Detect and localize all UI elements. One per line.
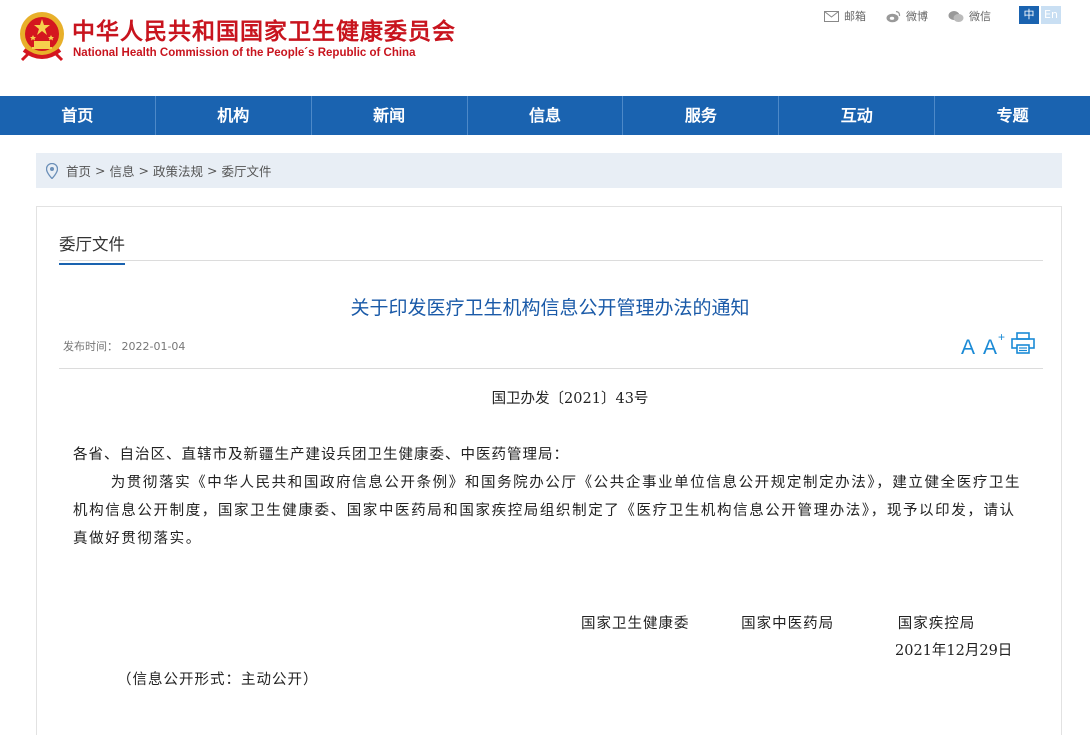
nav-item-services[interactable]: 服务 [622, 96, 778, 135]
article-tools: A A + [961, 331, 1035, 359]
mail-link-label: 邮箱 [844, 10, 866, 23]
weibo-link-label: 微博 [906, 10, 928, 23]
section-divider [59, 260, 1043, 261]
national-emblem-icon[interactable] [18, 10, 66, 62]
body-paragraph: 为贯彻落实《中华人民共和国政府信息公开条例》和国务院办公厅《公共企事业单位信息公… [73, 475, 1022, 547]
lang-cn-button[interactable]: 中 [1019, 6, 1039, 24]
publish-info: 发布时间： 2022-01-04 [63, 338, 185, 354]
print-button[interactable] [1011, 332, 1035, 358]
mail-icon [824, 10, 839, 22]
article-title: 关于印发医疗卫生机构信息公开管理办法的通知 [350, 297, 750, 319]
site-title-cn[interactable]: 中华人民共和国国家卫生健康委员会 [72, 12, 456, 46]
mail-link[interactable]: 邮箱 [824, 8, 866, 24]
signer-nhc: 国家卫生健康委 [581, 616, 690, 632]
nav-item-institutions[interactable]: 机构 [154, 96, 311, 135]
font-decrease-button[interactable]: A [961, 337, 975, 358]
breadcrumb-separator: > [138, 163, 149, 178]
breadcrumb-separator: > [207, 163, 218, 178]
nav-item-topics[interactable]: 专题 [934, 96, 1090, 135]
meta-divider [59, 368, 1043, 369]
weibo-icon [886, 10, 901, 22]
breadcrumb-home[interactable]: 首页 [66, 161, 91, 180]
signer-natcm: 国家中医药局 [741, 616, 835, 632]
signers: 国家卫生健康委 国家中医药局 国家疾控局 [581, 612, 975, 633]
publish-date: 2022-01-04 [121, 340, 186, 353]
font-increase-button[interactable]: A + [983, 331, 1005, 359]
print-icon [1011, 332, 1035, 354]
location-pin-icon [46, 162, 58, 179]
nav-item-news[interactable]: 新闻 [310, 96, 467, 135]
wechat-link[interactable]: 微信 [948, 8, 991, 24]
main-nav: 首页 机构 新闻 信息 服务 互动 专题 [0, 96, 1090, 135]
breadcrumb-information[interactable]: 信息 [110, 161, 135, 180]
recipients-line: 各省、自治区、直辖市及新疆生产建设兵团卫生健康委、中医药管理局： [73, 447, 569, 463]
article-container: 委厅文件 关于印发医疗卫生机构信息公开管理办法的通知 发布时间： 2022-01… [36, 206, 1062, 735]
breadcrumb-documents[interactable]: 委厅文件 [222, 161, 272, 180]
nav-item-information[interactable]: 信息 [466, 96, 623, 135]
breadcrumb: 首页 > 信息 > 政策法规 > 委厅文件 [36, 153, 1062, 188]
signing-date: 2021年12月29日 [895, 643, 1013, 659]
top-links: 邮箱 微博 微信 [824, 7, 1011, 25]
disclosure-form: （信息公开形式：主动公开） [117, 672, 319, 688]
lang-en-button[interactable]: En [1041, 6, 1061, 24]
breadcrumb-policies[interactable]: 政策法规 [153, 161, 203, 180]
publish-label: 发布时间： [63, 340, 118, 353]
signer-ndcpa: 国家疾控局 [897, 616, 976, 632]
breadcrumb-separator: > [95, 163, 106, 178]
font-increase-plus: + [998, 330, 1006, 344]
wechat-icon [948, 10, 964, 22]
nav-item-interaction[interactable]: 互动 [778, 96, 934, 135]
weibo-link[interactable]: 微博 [886, 8, 928, 24]
nav-item-home[interactable]: 首页 [0, 96, 155, 135]
site-title-en[interactable]: National Health Commission of the People… [73, 47, 415, 59]
site-header: 中华人民共和国国家卫生健康委员会 National Health Commiss… [0, 0, 1090, 96]
document-number: 国卫办发〔2021〕43号 [491, 391, 649, 407]
font-increase-label: A [983, 336, 998, 359]
wechat-link-label: 微信 [969, 10, 991, 23]
